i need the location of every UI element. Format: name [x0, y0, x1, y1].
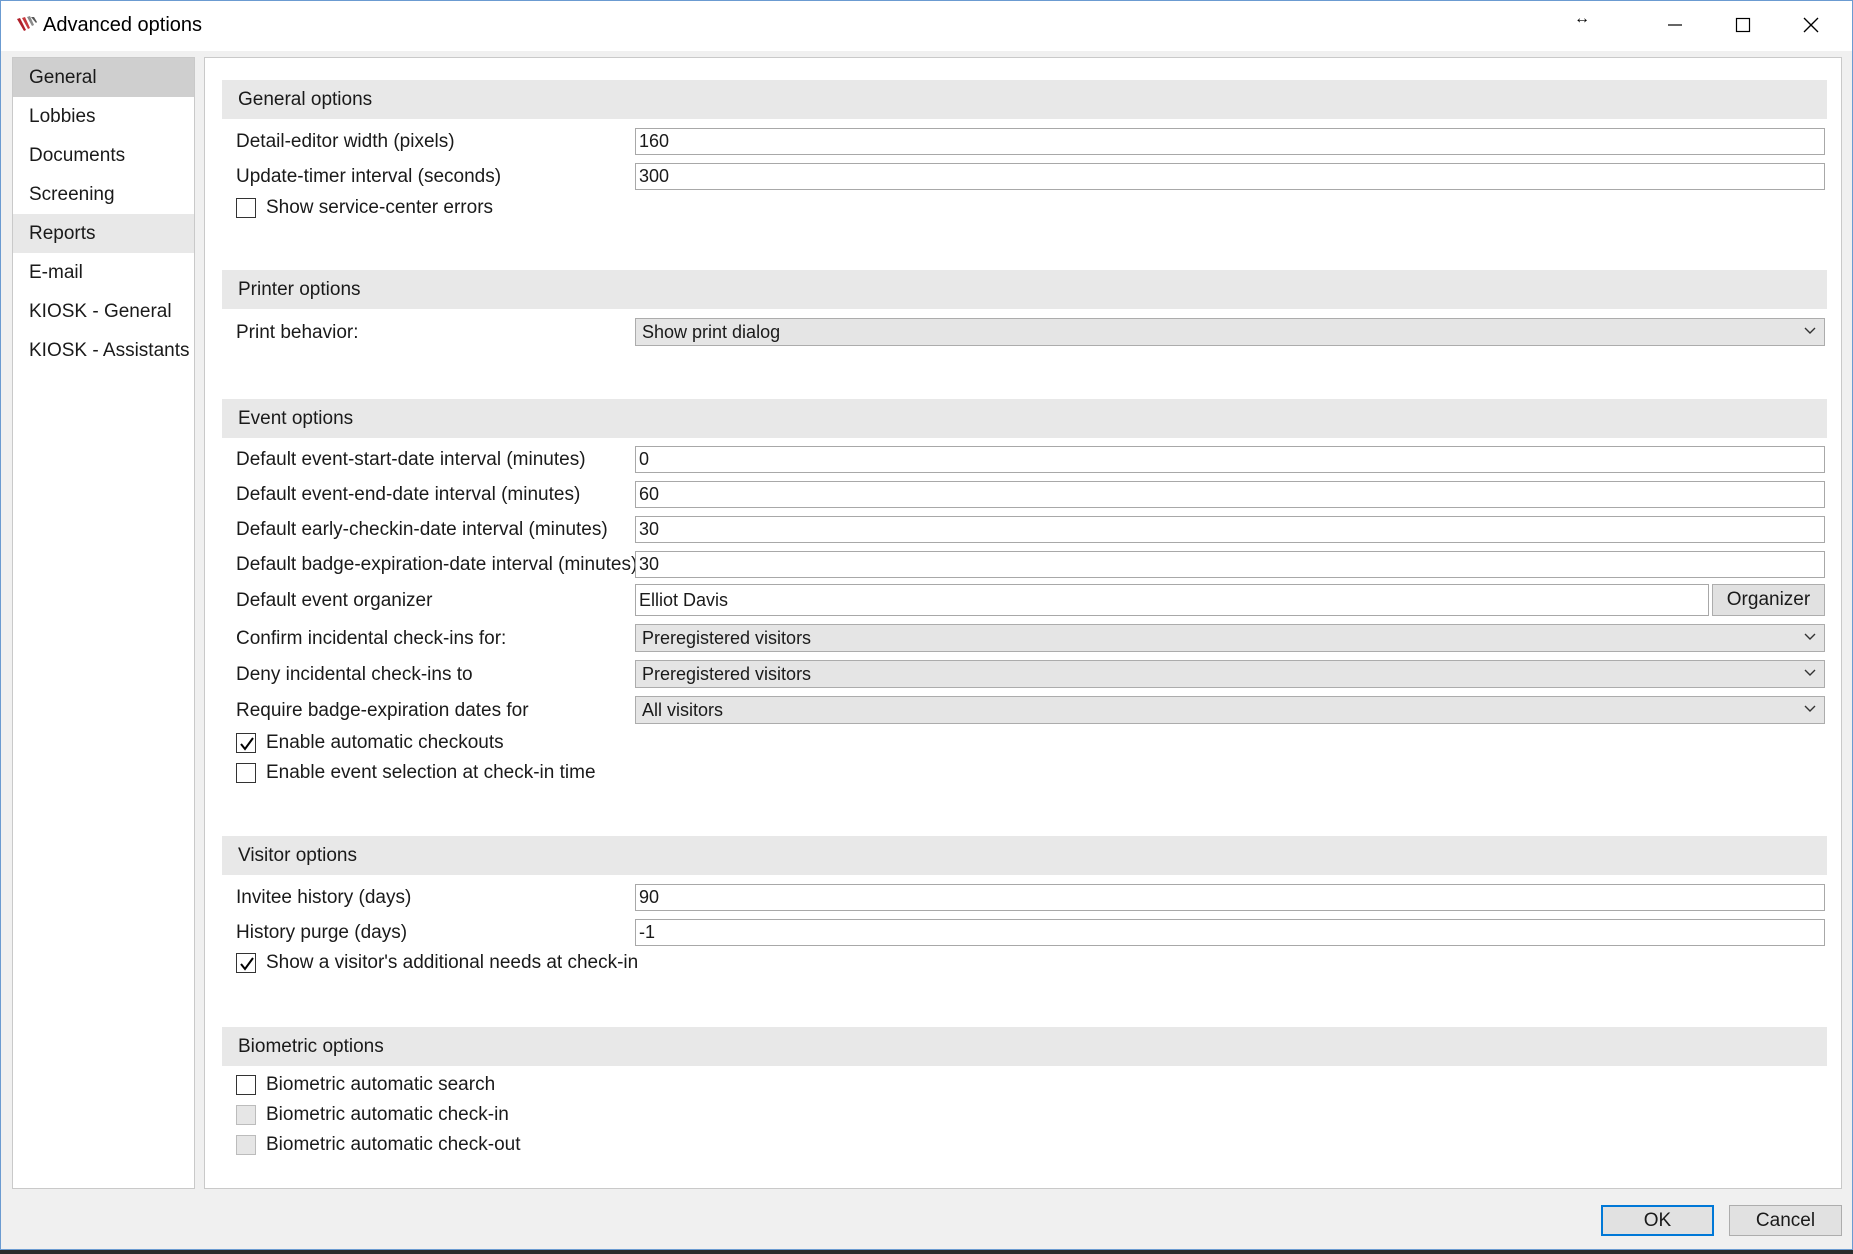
checkmark-icon [240, 737, 254, 751]
sidebar-item-kiosk-assistants[interactable]: KIOSK - Assistants [13, 331, 194, 370]
ok-button[interactable]: OK [1601, 1205, 1714, 1236]
biometric-options-header: Biometric options [222, 1027, 1827, 1066]
checkbox-box[interactable] [236, 763, 256, 783]
close-icon [1803, 17, 1819, 33]
deny-incidental-checkins-label: Deny incidental check-ins to [236, 664, 473, 685]
require-badge-expiration-dropdown[interactable]: All visitors [635, 696, 1825, 724]
event-start-interval-label: Default event-start-date interval (minut… [236, 449, 586, 470]
window-title: Advanced options [43, 14, 203, 36]
cancel-button[interactable]: Cancel [1729, 1205, 1842, 1236]
sidebar-item-reports[interactable]: Reports [13, 214, 194, 253]
minimize-icon [1668, 24, 1682, 26]
update-timer-interval-input[interactable] [635, 163, 1825, 190]
confirm-incidental-checkins-label: Confirm incidental check-ins for: [236, 628, 507, 649]
checkbox-box [236, 1105, 256, 1125]
print-behavior-value: Show print dialog [642, 322, 781, 342]
printer-options-header: Printer options [222, 270, 1827, 309]
print-behavior-label: Print behavior: [236, 322, 359, 343]
maximize-button[interactable] [1709, 1, 1777, 49]
require-badge-expiration-value: All visitors [642, 700, 724, 720]
checkbox-box[interactable] [236, 1075, 256, 1095]
update-timer-interval-label: Update-timer interval (seconds) [236, 166, 502, 187]
app-logo-icon [15, 15, 39, 35]
enable-automatic-checkouts-label: Enable automatic checkouts [266, 732, 504, 753]
sidebar-item-lobbies[interactable]: Lobbies [13, 97, 194, 136]
enable-event-selection-label: Enable event selection at check-in time [266, 762, 596, 783]
show-service-center-errors-checkbox[interactable]: Show service-center errors [236, 197, 493, 219]
checkbox-box[interactable] [236, 733, 256, 753]
deny-incidental-checkins-value: Preregistered visitors [642, 664, 812, 684]
badge-expiration-interval-input[interactable] [635, 551, 1825, 578]
visitor-options-header: Visitor options [222, 836, 1827, 875]
advanced-options-window: Advanced options ↔ General Lobbies Docum… [0, 0, 1853, 1250]
default-event-organizer-input[interactable] [635, 584, 1709, 616]
default-event-organizer-label: Default event organizer [236, 590, 433, 611]
sidebar-item-kiosk-general[interactable]: KIOSK - General [13, 292, 194, 331]
sidebar-item-screening[interactable]: Screening [13, 175, 194, 214]
maximize-icon [1735, 17, 1751, 33]
checkmark-icon [240, 957, 254, 971]
badge-expiration-interval-label: Default badge-expiration-date interval (… [236, 554, 638, 575]
detail-editor-width-input[interactable] [635, 128, 1825, 155]
sidebar-item-email[interactable]: E-mail [13, 253, 194, 292]
general-options-header: General options [222, 80, 1827, 119]
early-checkin-interval-input[interactable] [635, 516, 1825, 543]
chevron-down-icon [1804, 705, 1816, 712]
sidebar-item-documents[interactable]: Documents [13, 136, 194, 175]
history-purge-input[interactable] [635, 919, 1825, 946]
biometric-automatic-checkout-label: Biometric automatic check-out [266, 1134, 521, 1155]
show-additional-needs-checkbox[interactable]: Show a visitor's additional needs at che… [236, 952, 638, 974]
event-end-interval-label: Default event-end-date interval (minutes… [236, 484, 581, 505]
options-panel: General options Detail-editor width (pix… [204, 57, 1842, 1189]
enable-event-selection-checkbox[interactable]: Enable event selection at check-in time [236, 762, 596, 784]
checkbox-box[interactable] [236, 198, 256, 218]
show-additional-needs-label: Show a visitor's additional needs at che… [266, 952, 639, 973]
close-button[interactable] [1777, 1, 1845, 49]
biometric-automatic-checkout-checkbox: Biometric automatic check-out [236, 1134, 521, 1156]
resize-cursor-icon: ↔ [1574, 10, 1590, 27]
chevron-down-icon [1804, 669, 1816, 676]
minimize-button[interactable] [1641, 1, 1709, 49]
chevron-down-icon [1804, 633, 1816, 640]
checkbox-box[interactable] [236, 953, 256, 973]
biometric-automatic-checkin-checkbox: Biometric automatic check-in [236, 1104, 509, 1126]
checkbox-box [236, 1135, 256, 1155]
category-sidebar: General Lobbies Documents Screening Repo… [12, 57, 195, 1189]
chevron-down-icon [1804, 327, 1816, 334]
print-behavior-dropdown[interactable]: Show print dialog [635, 318, 1825, 346]
organizer-button[interactable]: Organizer [1712, 584, 1825, 616]
sidebar-item-general[interactable]: General [13, 58, 194, 97]
invitee-history-label: Invitee history (days) [236, 887, 412, 908]
background-desktop [0, 1250, 1853, 1254]
title-bar[interactable]: Advanced options ↔ [1, 1, 1852, 51]
invitee-history-input[interactable] [635, 884, 1825, 911]
history-purge-label: History purge (days) [236, 922, 408, 943]
biometric-automatic-checkin-label: Biometric automatic check-in [266, 1104, 509, 1125]
deny-incidental-checkins-dropdown[interactable]: Preregistered visitors [635, 660, 1825, 688]
detail-editor-width-label: Detail-editor width (pixels) [236, 131, 455, 152]
enable-automatic-checkouts-checkbox[interactable]: Enable automatic checkouts [236, 732, 504, 754]
confirm-incidental-checkins-dropdown[interactable]: Preregistered visitors [635, 624, 1825, 652]
biometric-automatic-search-checkbox[interactable]: Biometric automatic search [236, 1074, 495, 1096]
confirm-incidental-checkins-value: Preregistered visitors [642, 628, 812, 648]
require-badge-expiration-label: Require badge-expiration dates for [236, 700, 529, 721]
early-checkin-interval-label: Default early-checkin-date interval (min… [236, 519, 608, 540]
show-service-center-errors-label: Show service-center errors [266, 197, 494, 218]
event-start-interval-input[interactable] [635, 446, 1825, 473]
biometric-automatic-search-label: Biometric automatic search [266, 1074, 496, 1095]
event-options-header: Event options [222, 399, 1827, 438]
event-end-interval-input[interactable] [635, 481, 1825, 508]
